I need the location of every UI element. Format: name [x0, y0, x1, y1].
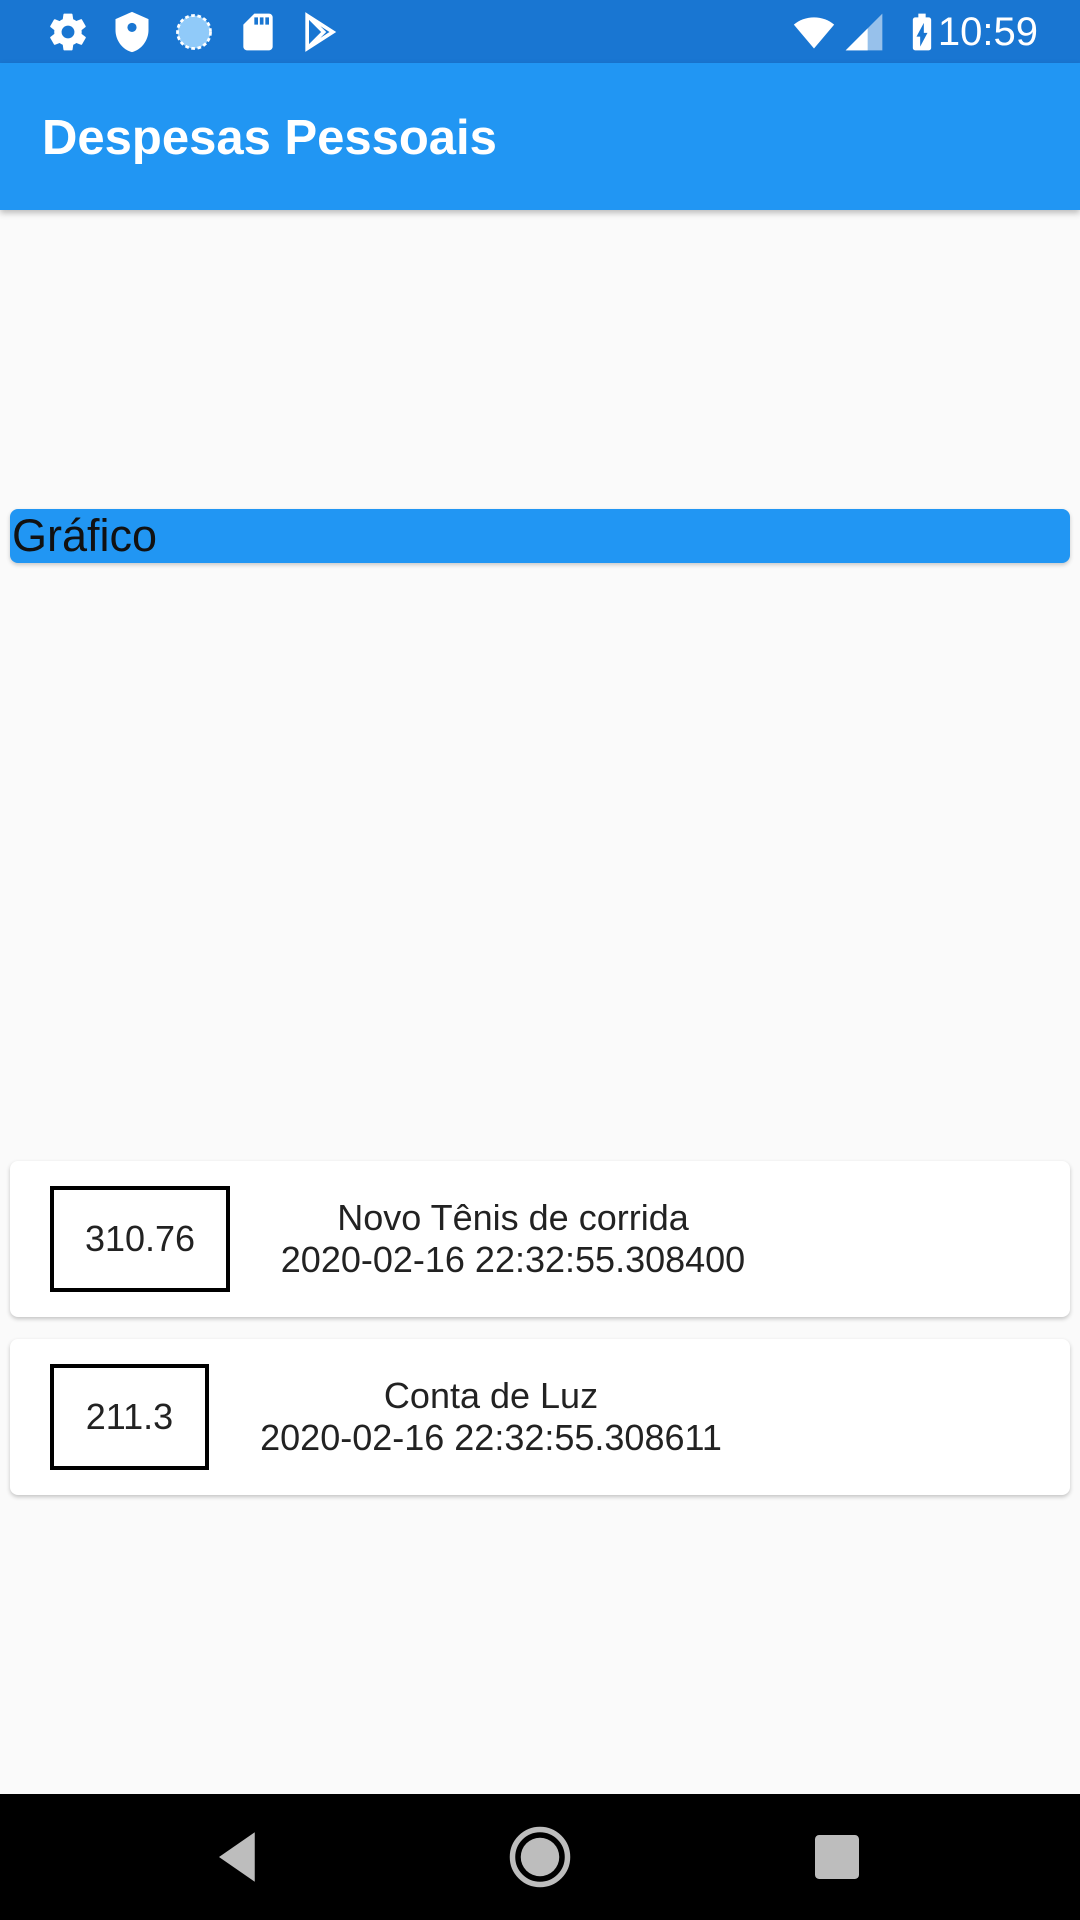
- transaction-info: Novo Tênis de corrida 2020-02-16 22:32:5…: [268, 1197, 758, 1281]
- transaction-title: Conta de Luz: [383, 1375, 599, 1416]
- chart-label: Gráfico: [12, 510, 158, 561]
- transaction-info: Conta de Luz 2020-02-16 22:32:55.308611: [246, 1375, 736, 1459]
- transaction-date: 2020-02-16 22:32:55.308611: [260, 1417, 722, 1458]
- navigation-bar: [0, 1794, 1080, 1920]
- recents-icon[interactable]: [804, 1824, 870, 1890]
- transaction-card: 211.3 Conta de Luz 2020-02-16 22:32:55.3…: [10, 1339, 1070, 1495]
- status-bar: 10:59: [0, 0, 1080, 63]
- wifi-icon: [793, 17, 835, 49]
- signal-icon: [845, 13, 883, 51]
- app-bar: Despesas Pessoais: [0, 63, 1080, 210]
- back-icon[interactable]: [208, 1824, 274, 1890]
- transaction-amount: 211.3: [50, 1364, 209, 1470]
- transaction-date: 2020-02-16 22:32:55.308400: [280, 1239, 746, 1280]
- play-store-icon: [305, 12, 337, 52]
- chart-card: Gráfico: [10, 509, 1070, 563]
- status-time: 10:59: [937, 10, 1038, 54]
- home-icon[interactable]: [507, 1824, 573, 1890]
- transaction-title: Novo Tênis de corrida: [337, 1197, 689, 1238]
- sd-card-icon: [243, 13, 273, 51]
- shield-icon: [115, 11, 149, 53]
- settings-icon: [50, 13, 86, 51]
- sync-icon: [176, 14, 212, 50]
- app-title: Despesas Pessoais: [42, 111, 497, 165]
- transaction-amount: 310.76: [50, 1186, 230, 1292]
- transaction-card: 310.76 Novo Tênis de corrida 2020-02-16 …: [10, 1161, 1070, 1317]
